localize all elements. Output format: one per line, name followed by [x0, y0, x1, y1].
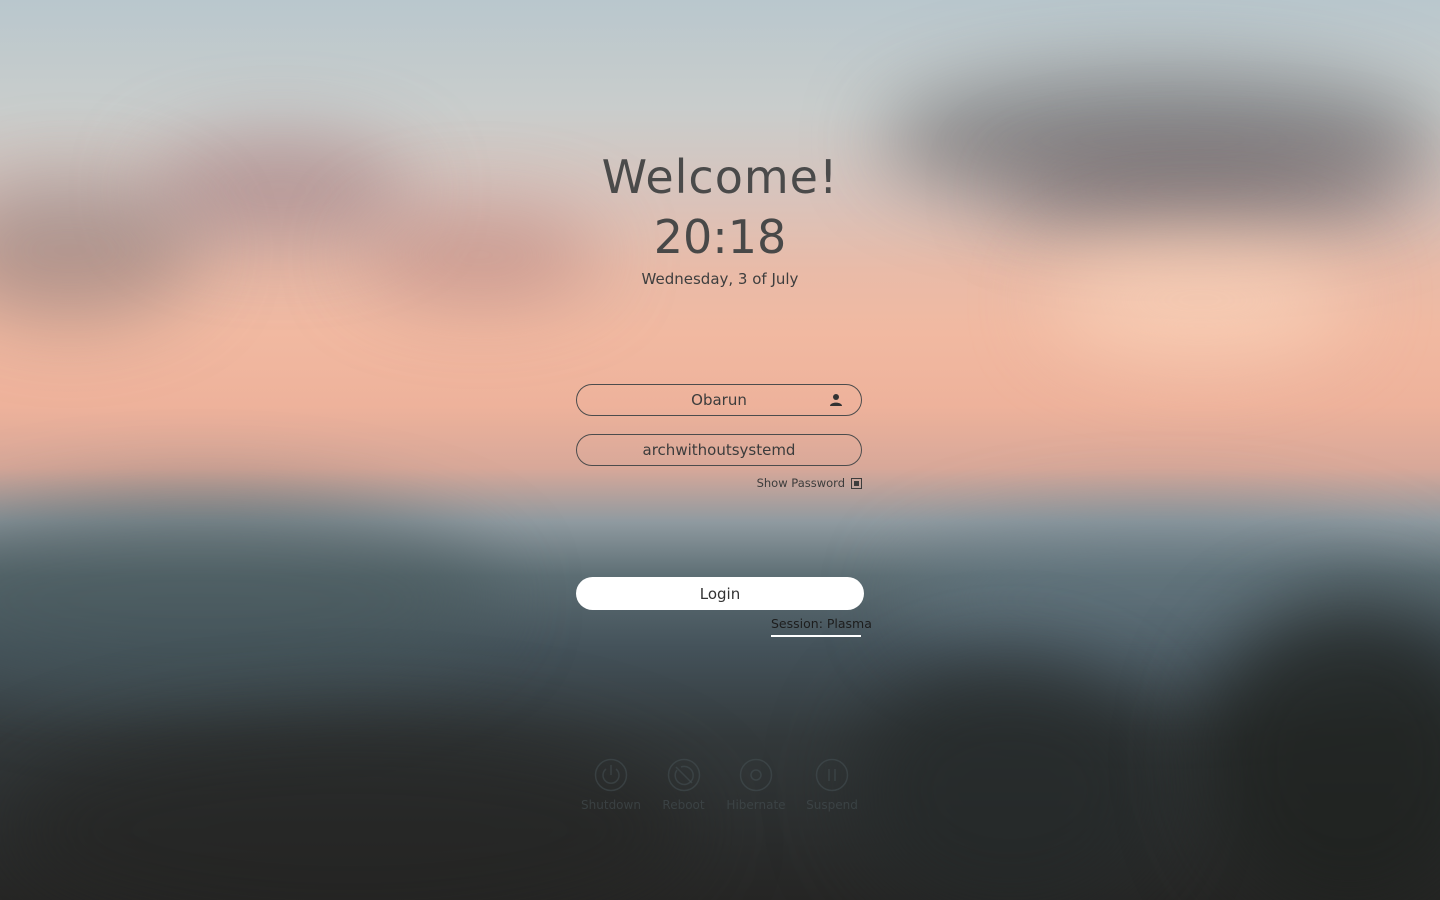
reboot-label: Reboot — [662, 798, 705, 812]
show-password-toggle[interactable]: Show Password — [700, 476, 862, 490]
password-value: archwithoutsystemd — [642, 441, 796, 459]
user-icon — [830, 394, 842, 406]
clock-time: 20:18 — [653, 210, 787, 264]
show-password-label: Show Password — [756, 476, 845, 490]
suspend-icon — [815, 758, 849, 792]
session-selector[interactable]: Session: Plasma — [771, 616, 872, 637]
welcome-heading: Welcome! — [601, 150, 839, 204]
show-password-checkbox[interactable] — [851, 477, 862, 489]
suspend-button[interactable]: Suspend — [792, 758, 872, 812]
password-field[interactable]: archwithoutsystemd — [576, 434, 862, 466]
hibernate-label: Hibernate — [726, 798, 786, 812]
username-field[interactable]: Obarun — [576, 384, 862, 416]
reboot-button[interactable]: Reboot — [647, 758, 720, 812]
suspend-label: Suspend — [806, 798, 858, 812]
login-button[interactable]: Login — [576, 577, 864, 610]
shutdown-label: Shutdown — [581, 798, 641, 812]
hibernate-icon — [739, 758, 773, 792]
shutdown-button[interactable]: Shutdown — [575, 758, 647, 812]
clock-date: Wednesday, 3 of July — [641, 270, 799, 288]
hibernate-button[interactable]: Hibernate — [720, 758, 792, 812]
username-value: Obarun — [691, 391, 747, 409]
power-icon — [594, 758, 628, 792]
reboot-icon — [667, 758, 700, 792]
power-actions: Shutdown Reboot Hibernate Suspend — [575, 758, 872, 812]
